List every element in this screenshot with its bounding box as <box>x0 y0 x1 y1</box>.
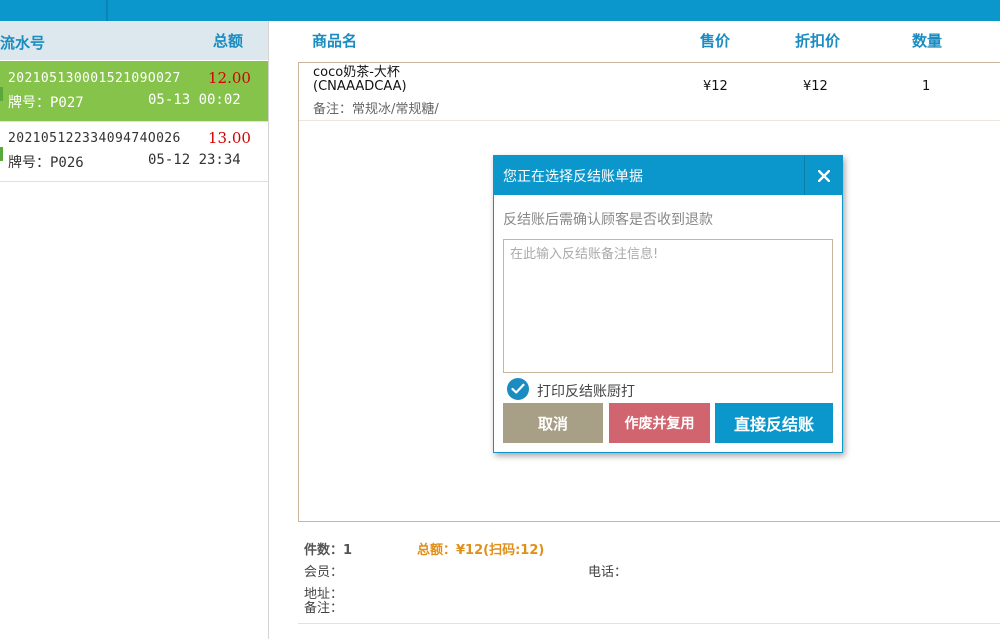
order-time: 05-13 00:02 <box>148 92 241 108</box>
reverse-note-textarea[interactable] <box>503 239 833 373</box>
serial-column-header: 流水号 <box>0 34 46 52</box>
order-list-header: 流水号 总额 <box>0 21 268 60</box>
void-and-reuse-button[interactable]: 作废并复用 <box>609 403 710 443</box>
item-note: 备注：常规冰/常规糖/ <box>313 102 439 117</box>
item-discount-price: ¥12 <box>803 79 828 94</box>
print-kitchen-label[interactable]: 打印反结账厨打 <box>537 381 635 401</box>
remark-label: 备注： <box>304 601 344 616</box>
member-label: 会员： <box>304 565 344 580</box>
print-kitchen-checkbox[interactable] <box>507 378 529 400</box>
qty-column-header: 数量 <box>912 32 943 50</box>
close-icon <box>818 169 830 182</box>
item-name: coco奶茶-大杯 (CNAAADCAA) <box>313 65 407 94</box>
order-plate: 牌号：P027 <box>8 95 84 111</box>
order-plate: 牌号：P026 <box>8 155 84 171</box>
order-serial: 20210512233409474O026 <box>8 131 181 146</box>
discount-column-header: 折扣价 <box>795 32 841 50</box>
price-column-header: 售价 <box>700 32 731 50</box>
cancel-button[interactable]: 取消 <box>503 403 603 443</box>
phone-label: 电话： <box>588 565 628 580</box>
dialog-title: 您正在选择反结账单据 <box>503 169 643 185</box>
name-column-header: 商品名 <box>312 32 358 50</box>
close-button[interactable] <box>804 156 843 195</box>
item-quantity: 1 <box>922 79 931 94</box>
top-bar <box>0 0 1000 21</box>
dialog-header: 您正在选择反结账单据 <box>494 156 842 195</box>
order-time: 05-12 23:34 <box>148 152 241 168</box>
order-marker <box>0 87 3 101</box>
order-list-panel: 流水号 总额 20210513000152109O027 12.00 牌号：P0… <box>0 21 269 639</box>
order-row[interactable]: 20210512233409474O026 13.00 牌号：P026 05-1… <box>0 121 268 182</box>
order-amount: 13.00 <box>208 129 251 147</box>
total-column-header: 总额 <box>213 32 244 50</box>
order-row[interactable]: 20210513000152109O027 12.00 牌号：P027 05-1… <box>0 61 268 122</box>
table-row[interactable]: coco奶茶-大杯 (CNAAADCAA) 备注：常规冰/常规糖/ ¥12 ¥1… <box>299 63 1000 121</box>
summary-divider <box>298 623 1000 624</box>
direct-reverse-checkout-button[interactable]: 直接反结账 <box>715 403 833 443</box>
order-total: 总额：¥12(扫码:12) <box>417 543 545 558</box>
order-serial: 20210513000152109O027 <box>8 71 181 86</box>
order-amount: 12.00 <box>208 69 251 87</box>
item-price: ¥12 <box>703 79 728 94</box>
dialog-tip: 反结账后需确认顾客是否收到退款 <box>503 212 713 228</box>
top-bar-divider <box>106 0 108 21</box>
item-count: 件数：1 <box>304 543 353 558</box>
checkmark-icon <box>511 383 525 394</box>
order-marker <box>0 147 3 161</box>
reverse-checkout-dialog: 您正在选择反结账单据 反结账后需确认顾客是否收到退款 打印反结账厨打 取消 作废… <box>493 155 843 453</box>
